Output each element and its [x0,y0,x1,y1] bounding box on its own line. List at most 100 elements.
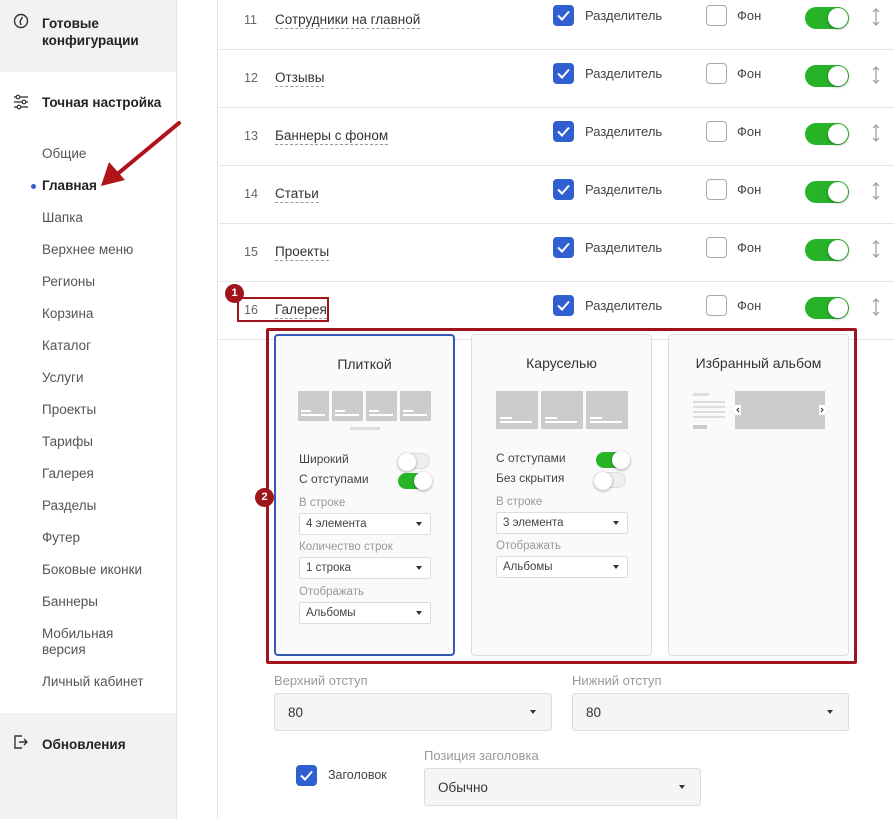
sidebar-item-side-icons[interactable]: Боковые иконки [42,562,172,578]
rows-count-select[interactable]: 1 строка [299,557,431,579]
row-number: 11 [244,13,257,27]
divider-checkbox[interactable] [553,63,574,84]
sidebar-ready-configs[interactable]: Готовые конфигурации [0,0,177,72]
annotation-arrow-icon [101,121,181,186]
chevron-down-icon [416,611,422,615]
sidebar-item-regions[interactable]: Регионы [42,274,172,290]
sidebar-item-top-menu[interactable]: Верхнее меню [42,242,172,258]
heading-position-label: Позиция заголовка [424,748,539,763]
sidebar-item-mobile[interactable]: Мобильная версия [42,626,132,658]
check-icon [557,242,570,253]
sidebar-item-header[interactable]: Шапка [42,210,172,226]
sidebar-item-services[interactable]: Услуги [42,370,172,386]
sidebar-fine-tuning-label[interactable]: Точная настройка [42,94,172,111]
row-name-link[interactable]: Сотрудники на главной [275,12,421,29]
heading-position-select[interactable]: Обычно [424,768,701,806]
check-icon [557,68,570,79]
carousel-padding-toggle[interactable] [596,451,630,469]
block-enabled-toggle[interactable] [805,239,849,261]
divider-checkbox[interactable] [553,5,574,26]
carousel-preview-icon [496,391,628,429]
row-name-link[interactable]: Статьи [275,186,319,203]
layout-card-tile[interactable]: Плиткой Широкий С отступами В строке 4 э… [274,334,455,656]
sidebar-item-banners[interactable]: Баннеры [42,594,172,610]
sidebar-updates[interactable]: Обновления [0,713,177,819]
drag-handle-icon[interactable] [871,182,881,200]
active-dot [31,184,36,189]
block-enabled-toggle[interactable] [805,65,849,87]
background-checkbox[interactable] [706,63,727,84]
wide-toggle[interactable] [398,453,430,471]
row-name-link[interactable]: Отзывы [275,70,325,87]
toggle-knob [828,240,848,260]
block-row: 13 Баннеры с фоном Разделитель Фон [219,108,894,166]
tile-display-select[interactable]: Альбомы [299,602,431,624]
tile-padding-toggle[interactable] [398,472,432,490]
sidebar-item-catalog[interactable]: Каталог [42,338,172,354]
layout-card-album[interactable]: Избранный альбом [668,334,849,656]
heading-label: Заголовок [328,768,387,782]
bottom-spacing-select[interactable]: 80 [572,693,849,731]
drag-handle-icon[interactable] [871,8,881,26]
block-enabled-toggle[interactable] [805,7,849,29]
card-title-carousel: Каруселью [526,355,597,371]
background-label: Фон [737,8,762,23]
no-hide-label: Без скрытия [496,471,565,485]
chevron-down-icon [613,565,619,569]
marker-2: 2 [255,488,274,507]
block-enabled-toggle[interactable] [805,297,849,319]
divider-checkbox[interactable] [553,295,574,316]
select-value: Обычно [438,780,488,795]
sidebar-updates-label: Обновления [42,737,126,752]
sidebar-item-projects[interactable]: Проекты [42,402,172,418]
divider-label: Разделитель [585,298,663,313]
background-checkbox[interactable] [706,179,727,200]
divider-checkbox[interactable] [553,179,574,200]
background-checkbox[interactable] [706,121,727,142]
divider-label: Разделитель [585,8,663,23]
sidebar-item-gallery[interactable]: Галерея [42,466,172,482]
row-name-link[interactable]: Проекты [275,244,330,261]
rows-count-label: Количество строк [299,541,393,553]
no-hide-toggle[interactable] [594,472,626,490]
sidebar-item-tariffs[interactable]: Тарифы [42,434,172,450]
block-enabled-toggle[interactable] [805,123,849,145]
toggle-knob [828,124,848,144]
divider-checkbox[interactable] [553,121,574,142]
sidebar-item-sections[interactable]: Разделы [42,498,172,514]
select-value: 80 [586,705,602,720]
block-row: 15 Проекты Разделитель Фон [219,224,894,282]
check-icon [557,184,570,195]
sidebar-item-account[interactable]: Личный кабинет [42,674,172,690]
background-checkbox[interactable] [706,295,727,316]
tile-per-row-select[interactable]: 4 элемента [299,513,431,535]
check-icon [557,300,570,311]
select-value: Альбомы [306,607,356,619]
top-spacing-select[interactable]: 80 [274,693,552,731]
select-value: 4 элемента [306,518,367,530]
carousel-per-row-select[interactable]: 3 элемента [496,512,628,534]
carousel-per-row-label: В строке [496,496,543,508]
background-checkbox[interactable] [706,237,727,258]
drag-handle-icon[interactable] [871,124,881,142]
row-number: 13 [244,129,258,143]
row-name-link[interactable]: Баннеры с фоном [275,128,389,145]
drag-handle-icon[interactable] [871,66,881,84]
check-icon [300,770,313,781]
toggle-knob [398,453,416,471]
divider-checkbox[interactable] [553,237,574,258]
drag-handle-icon[interactable] [871,240,881,258]
sidebar-item-footer[interactable]: Футер [42,530,172,546]
top-spacing-label: Верхний отступ [274,673,368,688]
background-checkbox[interactable] [706,5,727,26]
carousel-display-select[interactable]: Альбомы [496,556,628,578]
sidebar-item-cart[interactable]: Корзина [42,306,172,322]
chevron-down-icon [613,521,619,525]
heading-checkbox[interactable] [296,765,317,786]
chevron-down-icon [827,710,833,714]
drag-handle-icon[interactable] [871,298,881,316]
divider-label: Разделитель [585,124,663,139]
layout-card-carousel[interactable]: Каруселью С отступами Без скрытия В стро… [471,334,652,656]
block-enabled-toggle[interactable] [805,181,849,203]
wide-label: Широкий [299,452,349,466]
